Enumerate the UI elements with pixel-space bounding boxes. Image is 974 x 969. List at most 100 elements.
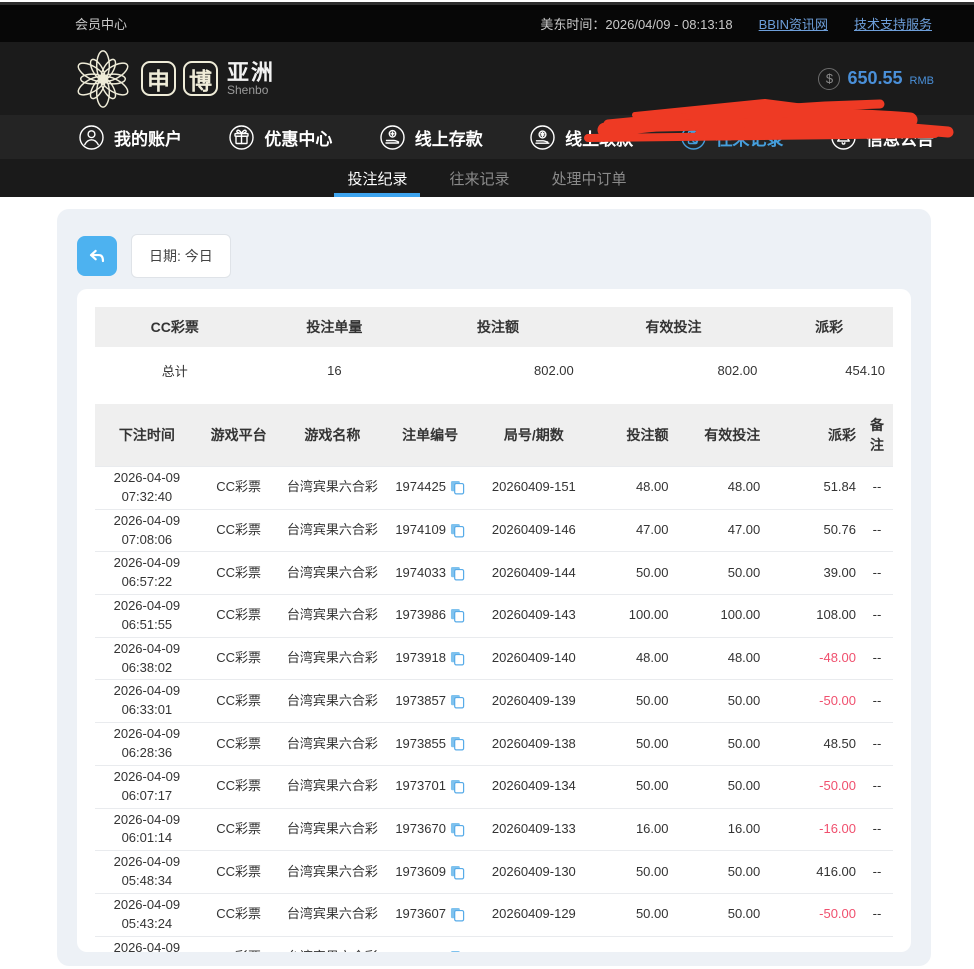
valid-bet-cell: 100.00 — [674, 595, 766, 638]
copy-icon[interactable] — [450, 950, 465, 952]
bet-id-value: 1973575 — [395, 948, 446, 952]
brand-header: 申 博 亚洲 Shenbo $ 650.55 RMB — [0, 42, 974, 115]
bet-id-cell: 1973918 — [386, 637, 474, 680]
bet-time-cell: 2026-04-09 06:07:17 — [95, 765, 199, 808]
summary-col-valid-bet: 有效投注 — [582, 307, 766, 347]
payout-cell: 51.84 — [765, 467, 861, 510]
col-round-number: 局号/期数 — [474, 404, 594, 467]
bet-id-value: 1973609 — [395, 863, 446, 882]
copy-icon[interactable] — [450, 694, 465, 709]
logo-char-shen: 申 — [141, 61, 176, 96]
note-cell: -- — [861, 637, 893, 680]
bet-row: 2026-04-09 06:38:02 CC彩票 台湾宾果六合彩 1973918 — [95, 637, 893, 680]
balance-display[interactable]: $ 650.55 RMB — [818, 68, 934, 90]
back-button[interactable] — [77, 236, 117, 276]
tab-pending-orders[interactable]: 处理中订单 — [539, 159, 640, 197]
platform-cell: CC彩票 — [199, 936, 279, 952]
copy-icon[interactable] — [450, 523, 465, 538]
note-cell: -- — [861, 467, 893, 510]
back-arrow-icon — [86, 245, 108, 267]
bet-time-cell: 2026-04-09 06:38:02 — [95, 637, 199, 680]
bet-id-value: 1973918 — [395, 649, 446, 668]
summary-total-payout: 454.10 — [765, 347, 893, 394]
bet-date: 2026-04-09 — [100, 512, 194, 531]
game-name-cell: 台湾宾果六合彩 — [279, 808, 387, 851]
game-name-cell: 台湾宾果六合彩 — [279, 765, 387, 808]
copy-icon[interactable] — [450, 608, 465, 623]
bet-row: 2026-04-09 06:28:36 CC彩票 台湾宾果六合彩 1973855 — [95, 723, 893, 766]
nav-item-online-deposit[interactable]: 线上存款 — [379, 124, 483, 151]
logo-char-bo: 博 — [183, 61, 218, 96]
bet-amount-cell: 48.00 — [594, 637, 674, 680]
summary-total-count: 16 — [255, 347, 415, 394]
copy-icon[interactable] — [450, 736, 465, 751]
nav-label: 信息公告 — [866, 125, 934, 150]
nav-item-promo-center[interactable]: 优惠中心 — [228, 124, 332, 151]
tab-transaction-records[interactable]: 往来记录 — [436, 159, 522, 197]
copy-icon[interactable] — [450, 651, 465, 666]
platform-cell: CC彩票 — [199, 808, 279, 851]
date-filter-chip[interactable]: 日期: 今日 — [131, 234, 231, 278]
bets-table-body: 2026-04-09 07:32:40 CC彩票 台湾宾果六合彩 1974425 — [95, 467, 893, 953]
platform-cell: CC彩票 — [199, 509, 279, 552]
note-cell: -- — [861, 808, 893, 851]
payout-cell: 50.76 — [765, 509, 861, 552]
round-number-cell: 20260409-146 — [474, 509, 594, 552]
bbin-news-link[interactable]: BBIN资讯网 — [759, 14, 828, 33]
summary-col-bet-amount: 投注额 — [414, 307, 582, 347]
nav-item-transaction-records[interactable]: 往来记录 — [680, 124, 784, 151]
note-cell: -- — [861, 680, 893, 723]
gift-icon — [228, 124, 255, 151]
bet-id-value: 1974425 — [395, 478, 446, 497]
bet-time: 06:07:17 — [100, 787, 194, 806]
bet-id-cell: 1973607 — [386, 893, 474, 936]
copy-icon[interactable] — [450, 779, 465, 794]
bet-row: 2026-04-09 05:38:54 CC彩票 台湾宾果六合彩 1973575 — [95, 936, 893, 952]
copy-icon[interactable] — [450, 480, 465, 495]
tech-support-link[interactable]: 技术支持服务 — [854, 14, 932, 33]
shenbo-logo[interactable]: 申 博 亚洲 Shenbo — [72, 48, 275, 110]
bet-time-cell: 2026-04-09 06:33:01 — [95, 680, 199, 723]
bet-date: 2026-04-09 — [100, 725, 194, 744]
copy-icon[interactable] — [450, 822, 465, 837]
round-number-cell: 20260409-128 — [474, 936, 594, 952]
platform-cell: CC彩票 — [199, 851, 279, 894]
bet-amount-cell: 48.00 — [594, 467, 674, 510]
nav-item-my-account[interactable]: 我的账户 — [78, 124, 182, 151]
bet-time: 06:28:36 — [100, 744, 194, 763]
bet-row: 2026-04-09 05:43:24 CC彩票 台湾宾果六合彩 1973607 — [95, 893, 893, 936]
bet-row: 2026-04-09 06:33:01 CC彩票 台湾宾果六合彩 1973857 — [95, 680, 893, 723]
tab-bet-records[interactable]: 投注纪录 — [334, 159, 420, 197]
payout-cell: -16.00 — [765, 808, 861, 851]
topbar: 会员中心 美东时间：2026/04/09 - 08:13:18 BBIN资讯网 … — [0, 5, 974, 42]
valid-bet-cell: 50.00 — [674, 723, 766, 766]
bet-time-cell: 2026-04-09 06:51:55 — [95, 595, 199, 638]
payout-cell: -50.00 — [765, 893, 861, 936]
bet-time-cell: 2026-04-09 06:57:22 — [95, 552, 199, 595]
nav-item-online-withdrawal[interactable]: 线上取款 — [529, 124, 633, 151]
nav-item-announcements[interactable]: 信息公告 — [830, 124, 934, 151]
platform-cell: CC彩票 — [199, 723, 279, 766]
page-content: 日期: 今日 CC彩票 投注单量 投注额 有效投注 派彩 总计 — [0, 197, 974, 966]
copy-icon[interactable] — [450, 865, 465, 880]
copy-icon[interactable] — [450, 566, 465, 581]
col-game-name: 游戏名称 — [279, 404, 387, 467]
nav-label: 优惠中心 — [264, 125, 332, 150]
bet-row: 2026-04-09 07:32:40 CC彩票 台湾宾果六合彩 1974425 — [95, 467, 893, 510]
bet-time: 05:43:24 — [100, 915, 194, 934]
bet-id-cell: 1973855 — [386, 723, 474, 766]
bet-id-cell: 1974425 — [386, 467, 474, 510]
col-valid-bet: 有效投注 — [674, 404, 766, 467]
bet-id-value: 1973607 — [395, 905, 446, 924]
bet-time-cell: 2026-04-09 07:08:06 — [95, 509, 199, 552]
bet-id-cell: 1974109 — [386, 509, 474, 552]
copy-icon[interactable] — [450, 907, 465, 922]
bet-row: 2026-04-09 05:48:34 CC彩票 台湾宾果六合彩 1973609 — [95, 851, 893, 894]
col-bet-id: 注单编号 — [386, 404, 474, 467]
bet-amount-cell: 100.00 — [594, 595, 674, 638]
bet-time-cell: 2026-04-09 07:32:40 — [95, 467, 199, 510]
platform-cell: CC彩票 — [199, 595, 279, 638]
note-cell: -- — [861, 765, 893, 808]
game-name-cell: 台湾宾果六合彩 — [279, 723, 387, 766]
main-navigation: 我的账户 优惠中心 线上存款 线上取款 — [0, 115, 974, 159]
